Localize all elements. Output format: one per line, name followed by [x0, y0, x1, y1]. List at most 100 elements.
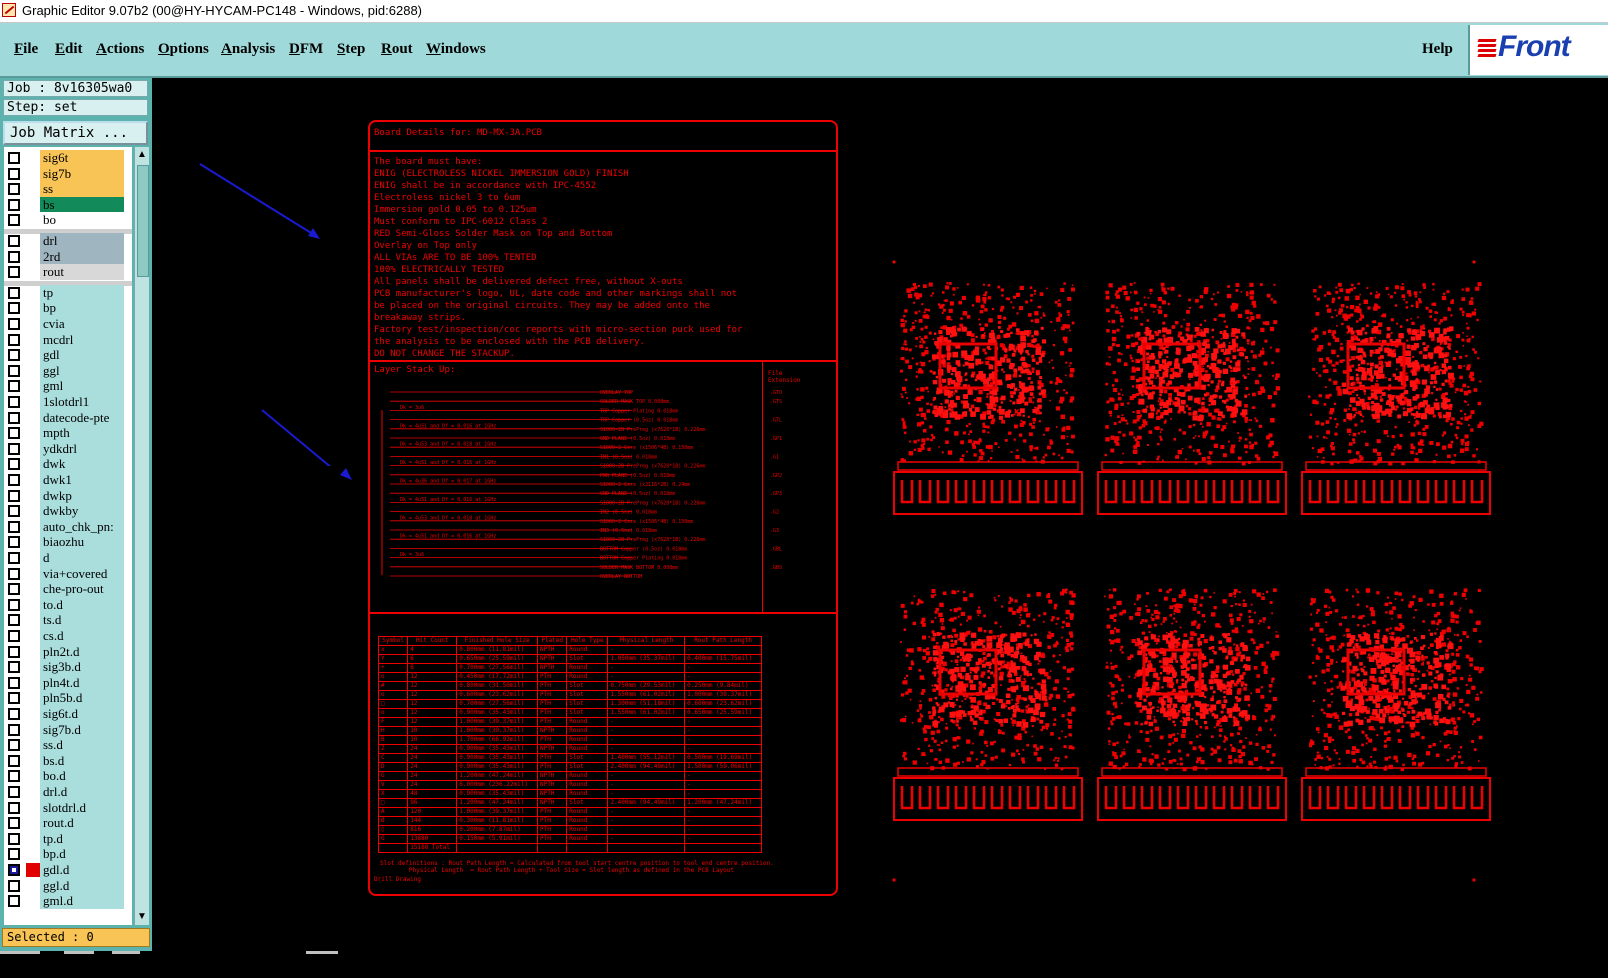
pcb-board[interactable]: [893, 588, 1083, 821]
menu-help[interactable]: Help: [1422, 41, 1453, 58]
layer-row[interactable]: biaozhu: [4, 534, 132, 551]
menu-windows[interactable]: Windows: [426, 41, 486, 58]
layer-name[interactable]: bs: [40, 196, 124, 213]
layer-row[interactable]: drl.d: [4, 784, 132, 800]
layer-row[interactable]: datecode-pte: [4, 409, 132, 426]
layer-name[interactable]: pln4t.d⇙: [40, 674, 124, 691]
layer-checkbox[interactable]: [8, 723, 20, 736]
layer-row[interactable]: rout: [4, 264, 132, 281]
layer-row[interactable]: auto_chk_pn:: [4, 518, 132, 535]
layer-row[interactable]: dwkby: [4, 503, 132, 520]
layer-name[interactable]: 2rd: [40, 248, 124, 265]
layer-checkbox[interactable]: [8, 801, 20, 814]
layer-checkbox[interactable]: [8, 474, 20, 486]
layer-checkbox[interactable]: [8, 630, 20, 642]
layer-checkbox[interactable]: [8, 614, 20, 627]
layer-row[interactable]: mcdrl: [4, 331, 132, 348]
layer-checkbox[interactable]: [8, 520, 20, 533]
pcb-panel-array[interactable]: [888, 260, 1508, 890]
layer-checkbox[interactable]: [8, 786, 20, 798]
layer-row[interactable]: gml.d⇙: [4, 893, 132, 910]
layer-checkbox[interactable]: [8, 692, 20, 705]
layer-checkbox[interactable]: [8, 645, 20, 658]
menu-analysis[interactable]: Analysis: [221, 41, 275, 58]
layer-row[interactable]: 2rd: [4, 248, 132, 265]
layer-checkbox[interactable]: [8, 848, 20, 861]
layer-row[interactable]: pln2t.d⇙: [4, 643, 132, 660]
menu-edit[interactable]: Edit: [55, 41, 83, 58]
layer-checkbox[interactable]: [8, 214, 20, 227]
layer-name[interactable]: auto_chk_pn:: [40, 518, 124, 535]
layer-name[interactable]: che-pro-out: [40, 581, 124, 598]
layer-name[interactable]: rout.d: [40, 815, 124, 832]
layer-name[interactable]: gml: [40, 378, 124, 395]
layer-row[interactable]: bp: [4, 300, 132, 317]
layer-checkbox[interactable]: [8, 505, 20, 518]
layer-name[interactable]: mpth: [40, 425, 124, 442]
scroll-thumb[interactable]: [137, 165, 149, 277]
layer-row[interactable]: gml: [4, 378, 132, 395]
layer-name[interactable]: sig3b.d⇙: [40, 659, 124, 676]
pcb-board[interactable]: [1097, 588, 1287, 821]
layer-row[interactable]: dwkp: [4, 487, 132, 504]
layer-checkbox[interactable]: [8, 536, 20, 549]
layer-row[interactable]: ss.d: [4, 737, 132, 754]
layer-name[interactable]: ggl: [40, 362, 124, 379]
pcb-board[interactable]: [1301, 588, 1491, 821]
layer-checkbox[interactable]: [8, 770, 20, 783]
layer-row[interactable]: 1slotdrl1: [4, 394, 132, 410]
pcb-board[interactable]: [1097, 282, 1287, 515]
layer-row[interactable]: cvia: [4, 316, 132, 332]
layer-row[interactable]: sig6t.d⇙: [4, 706, 132, 722]
layer-checkbox[interactable]: [8, 364, 20, 377]
layer-name[interactable]: bs.d: [40, 752, 124, 769]
layer-row[interactable]: ggl: [4, 362, 132, 379]
menu-step[interactable]: Step: [337, 41, 365, 58]
layer-row[interactable]: cs.d⇙: [4, 628, 132, 644]
menu-rout[interactable]: Rout: [381, 41, 413, 58]
layer-name[interactable]: drl: [40, 233, 124, 249]
layer-row[interactable]: drl: [4, 233, 132, 249]
layer-name[interactable]: ggl.d: [40, 877, 124, 894]
layer-name[interactable]: gdl: [40, 347, 124, 364]
layer-name[interactable]: tp.d⇙: [40, 830, 124, 847]
layer-checkbox[interactable]: [8, 167, 20, 180]
layer-row[interactable]: bo.d: [4, 768, 132, 785]
layer-checkbox[interactable]: [8, 427, 20, 440]
layer-name[interactable]: pln2t.d⇙: [40, 643, 124, 660]
layer-name[interactable]: sig6t: [40, 150, 124, 166]
layer-checkbox[interactable]: [8, 411, 20, 424]
layer-checkbox[interactable]: [8, 183, 20, 196]
layer-checkbox[interactable]: [8, 552, 20, 564]
layer-name[interactable]: biaozhu: [40, 534, 124, 551]
layer-name[interactable]: tp: [40, 284, 124, 301]
layer-name[interactable]: to.d: [40, 596, 124, 613]
layer-checkbox[interactable]: [8, 567, 20, 580]
layer-name[interactable]: ydkdrl: [40, 440, 124, 457]
layer-name[interactable]: dwk: [40, 456, 124, 473]
layer-name[interactable]: mcdrl: [40, 331, 124, 348]
layer-checkbox[interactable]: [8, 152, 20, 164]
layer-checkbox[interactable]: [8, 832, 20, 845]
layer-name[interactable]: sig7b.d⇙: [40, 721, 124, 738]
layer-row[interactable]: ss: [4, 181, 132, 198]
layer-checkbox[interactable]: [8, 380, 20, 393]
layer-row[interactable]: bo: [4, 212, 132, 229]
layer-checkbox[interactable]: [8, 333, 20, 346]
pcb-board[interactable]: [1301, 282, 1491, 515]
layer-row[interactable]: tp: [4, 284, 132, 301]
layer-name[interactable]: slotdrl.d: [40, 799, 124, 816]
layer-checkbox[interactable]: [8, 396, 20, 408]
graphic-canvas[interactable]: Board Details for: MD-MX-3A.PCB The boar…: [152, 78, 1608, 951]
pcb-board[interactable]: [893, 282, 1083, 515]
layer-name[interactable]: pln5b.d⇙: [40, 690, 124, 707]
layer-name[interactable]: ts.d: [40, 612, 124, 629]
layer-row[interactable]: pln5b.d⇙: [4, 690, 132, 707]
layer-checkbox[interactable]: [8, 598, 20, 611]
layer-row[interactable]: sig7b.d⇙: [4, 721, 132, 738]
layer-row[interactable]: ggl.d: [4, 877, 132, 894]
layer-checkbox[interactable]: [8, 286, 20, 299]
layer-row[interactable]: dwk: [4, 456, 132, 473]
layer-row[interactable]: sig3b.d⇙: [4, 659, 132, 676]
layer-row[interactable]: slotdrl.d: [4, 799, 132, 816]
